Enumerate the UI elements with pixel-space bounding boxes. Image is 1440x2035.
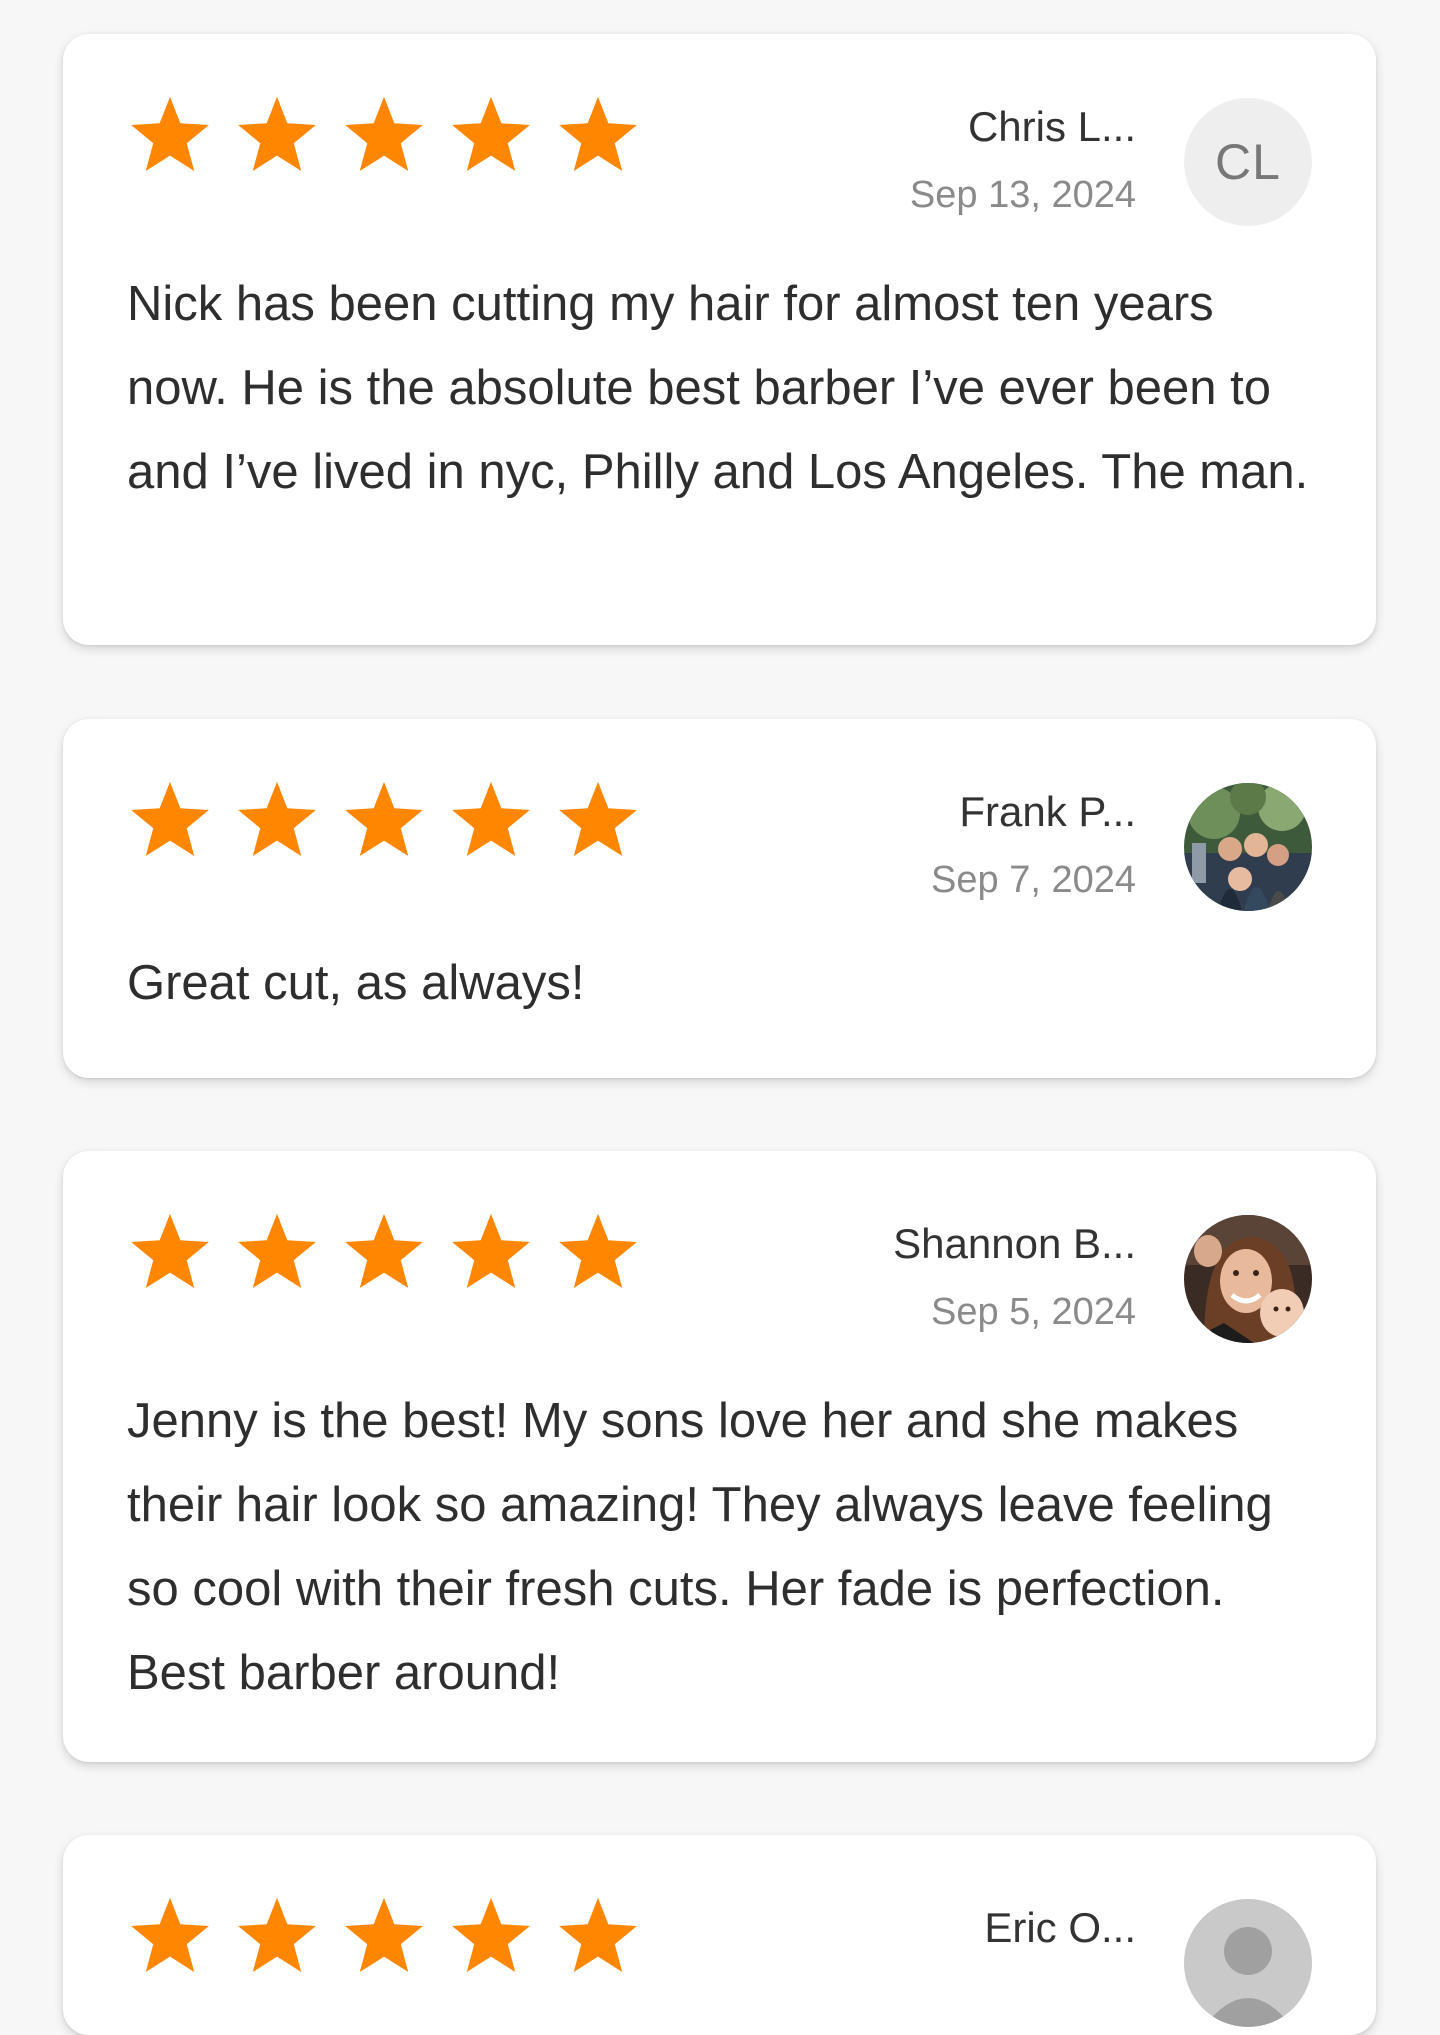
star-rating (127, 1895, 641, 1977)
review-card: Eric O... (63, 1835, 1376, 2035)
review-author-block: Frank P... Sep 7, 2024 (616, 785, 1136, 905)
review-date: Sep 7, 2024 (931, 859, 1136, 901)
review-author-block: Eric O... (616, 1901, 1136, 1955)
avatar (1184, 1215, 1312, 1343)
star-rating (127, 94, 641, 176)
star-icon (234, 94, 320, 176)
star-icon (448, 94, 534, 176)
reviewer-name: Shannon B... (893, 1220, 1136, 1267)
review-date: Sep 5, 2024 (931, 1291, 1136, 1333)
star-icon (127, 779, 213, 861)
reviewer-name: Chris L... (967, 103, 1136, 150)
review-card: Shannon B... Sep 5, 2024 Jenny is the be… (63, 1151, 1376, 1762)
star-icon (341, 1895, 427, 1977)
review-card: Frank P... Sep 7, 2024 Great cut, as alw… (63, 719, 1376, 1078)
star-icon (341, 1211, 427, 1293)
user-photo-icon (1184, 1215, 1312, 1343)
avatar (1184, 1899, 1312, 2027)
review-author-block: Chris L... Sep 13, 2024 (616, 100, 1136, 220)
review-text: Nick has been cutting my hair for almost… (127, 277, 1309, 499)
review-text: Jenny is the best! My sons love her and … (127, 1394, 1273, 1700)
star-icon (448, 779, 534, 861)
star-icon (234, 1211, 320, 1293)
review-date: Sep 13, 2024 (909, 174, 1136, 216)
avatar: CL (1184, 98, 1312, 226)
star-icon (127, 1895, 213, 1977)
avatar-initials: CL (1215, 134, 1281, 190)
review-author-block: Shannon B... Sep 5, 2024 (616, 1217, 1136, 1337)
review-card: Chris L... Sep 13, 2024 CL Nick has been… (63, 34, 1376, 645)
avatar (1184, 783, 1312, 911)
star-icon (448, 1211, 534, 1293)
user-photo-icon (1184, 783, 1312, 911)
reviewer-name: Eric O... (984, 1904, 1136, 1951)
review-text: Great cut, as always! (127, 956, 585, 1010)
star-icon (448, 1895, 534, 1977)
star-icon (341, 94, 427, 176)
star-icon (234, 1895, 320, 1977)
user-photo-icon (1184, 1899, 1312, 2027)
star-icon (234, 779, 320, 861)
star-icon (341, 779, 427, 861)
star-icon (127, 1211, 213, 1293)
reviewer-name: Frank P... (959, 788, 1136, 835)
star-rating (127, 779, 641, 861)
star-icon (127, 94, 213, 176)
star-rating (127, 1211, 641, 1293)
